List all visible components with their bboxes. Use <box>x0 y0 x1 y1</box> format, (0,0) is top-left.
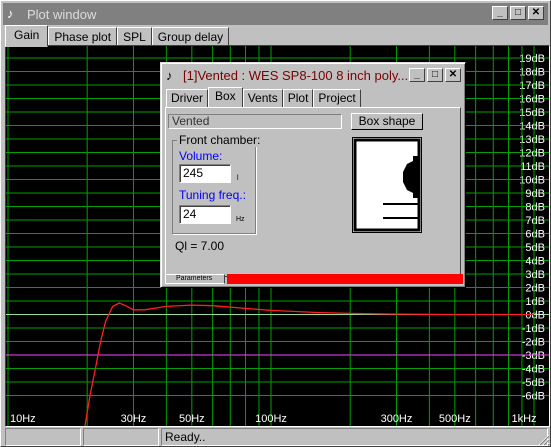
y-tick-label: 3dB <box>525 269 545 281</box>
y-tick-label: -6dB <box>522 391 545 403</box>
tab-gain[interactable]: Gain <box>5 25 49 47</box>
y-tick-label: -3dB <box>522 350 545 362</box>
dialog-close-button[interactable]: ✕ <box>445 68 461 82</box>
y-tick-label: 1dB <box>525 296 545 308</box>
dialog-minimize-button[interactable]: _ <box>409 68 425 82</box>
y-tick-label: 0dB <box>525 310 545 322</box>
y-tick-label: 14dB <box>519 121 545 133</box>
x-tick-label: 100Hz <box>255 413 287 425</box>
dialog-maximize-button[interactable]: □ <box>427 68 443 82</box>
status-panel-middle <box>83 428 159 446</box>
x-tick-label: 30Hz <box>121 413 147 425</box>
front-chamber-label: Front chamber: <box>177 133 263 147</box>
y-tick-label: -2dB <box>522 337 545 349</box>
gain-curve <box>84 302 534 426</box>
tab-group-delay[interactable]: Group delay <box>151 27 230 47</box>
box-dialog: ♪ [1]Vented : WES SP8-100 8 inch poly...… <box>160 62 466 288</box>
tab-plot[interactable]: Plot <box>282 89 314 108</box>
y-tick-label: 17dB <box>519 80 545 92</box>
maximize-button[interactable]: □ <box>510 6 526 20</box>
y-tick-label: 5dB <box>525 242 545 254</box>
y-tick-label: 19dB <box>519 53 545 65</box>
y-tick-label: 11dB <box>520 161 545 173</box>
tab-vents[interactable]: Vents <box>242 89 283 108</box>
y-tick-label: 10dB <box>519 175 545 187</box>
minimize-icon: _ <box>414 69 420 80</box>
tab-project[interactable]: Project <box>313 89 361 108</box>
box-shape-diagram <box>352 137 422 233</box>
x-tick-label: 300Hz <box>381 413 413 425</box>
status-text: Ready.. <box>161 428 548 446</box>
box-diagram-icon <box>353 138 421 232</box>
close-icon: ✕ <box>448 69 458 80</box>
y-tick-label: 9dB <box>525 188 545 200</box>
tab-driver[interactable]: Driver <box>166 89 208 108</box>
maximize-icon: □ <box>431 69 439 80</box>
y-tick-label: 4dB <box>525 256 545 268</box>
parameters-tab[interactable]: Parameters <box>165 274 225 284</box>
minimize-icon: _ <box>497 7 503 18</box>
tab-box[interactable]: Box <box>208 87 243 108</box>
x-tick-label: 1kHz <box>511 413 536 425</box>
tuning-freq-unit: Hz <box>236 216 245 223</box>
y-tick-label: 18dB <box>519 67 545 79</box>
tuning-freq-label: Tuning freq.: <box>179 188 246 202</box>
dialog-tabs: Driver Box Vents Plot Project <box>166 87 361 108</box>
box-type-field: Vented <box>168 114 342 129</box>
y-tick-label: 6dB <box>525 229 545 241</box>
x-tick-label: 10Hz <box>10 413 36 425</box>
x-tick-label: 500Hz <box>439 413 471 425</box>
minimize-button[interactable]: _ <box>492 6 508 20</box>
title-bar[interactable]: ♪ Plot window _ □ ✕ <box>3 3 548 25</box>
y-tick-label: 15dB <box>519 107 545 119</box>
y-tick-label: 13dB <box>519 134 545 146</box>
window-title: Plot window <box>27 6 97 22</box>
close-icon: ✕ <box>531 7 541 18</box>
y-tick-label: -5dB <box>522 377 545 389</box>
x-tick-label: 50Hz <box>179 413 205 425</box>
tuning-freq-input[interactable]: 24 <box>179 205 231 224</box>
plot-tabs: Gain Phase plot SPL Group delay <box>5 25 230 47</box>
box-shape-button[interactable]: Box shape <box>351 113 423 130</box>
maximize-icon: □ <box>514 7 522 18</box>
status-bar: Ready.. <box>5 428 550 446</box>
volume-input[interactable]: 245 <box>179 164 231 183</box>
resize-grip-icon[interactable] <box>536 432 550 446</box>
volume-label: Volume: <box>179 149 223 163</box>
y-tick-label: 16dB <box>519 94 545 106</box>
volume-unit: l <box>237 175 239 182</box>
y-tick-label: 2dB <box>525 283 545 295</box>
status-panel-left <box>5 428 81 446</box>
y-tick-label: 8dB <box>525 202 545 214</box>
close-button[interactable]: ✕ <box>528 6 544 20</box>
dialog-title: [1]Vented : WES SP8-100 8 inch poly... <box>183 67 409 83</box>
tab-spl[interactable]: SPL <box>117 27 152 47</box>
y-tick-label: 7dB <box>525 215 545 227</box>
app-icon: ♪ <box>166 67 173 83</box>
y-tick-label: 12dB <box>519 148 545 160</box>
tab-phase-plot[interactable]: Phase plot <box>48 27 118 47</box>
y-tick-label: -4dB <box>522 364 545 376</box>
ql-value: Ql = 7.00 <box>175 239 225 253</box>
y-tick-label: -1dB <box>522 323 545 335</box>
status-bar-red <box>227 274 463 284</box>
dialog-title-bar[interactable]: ♪ [1]Vented : WES SP8-100 8 inch poly...… <box>163 65 463 85</box>
app-icon: ♪ <box>7 6 14 21</box>
